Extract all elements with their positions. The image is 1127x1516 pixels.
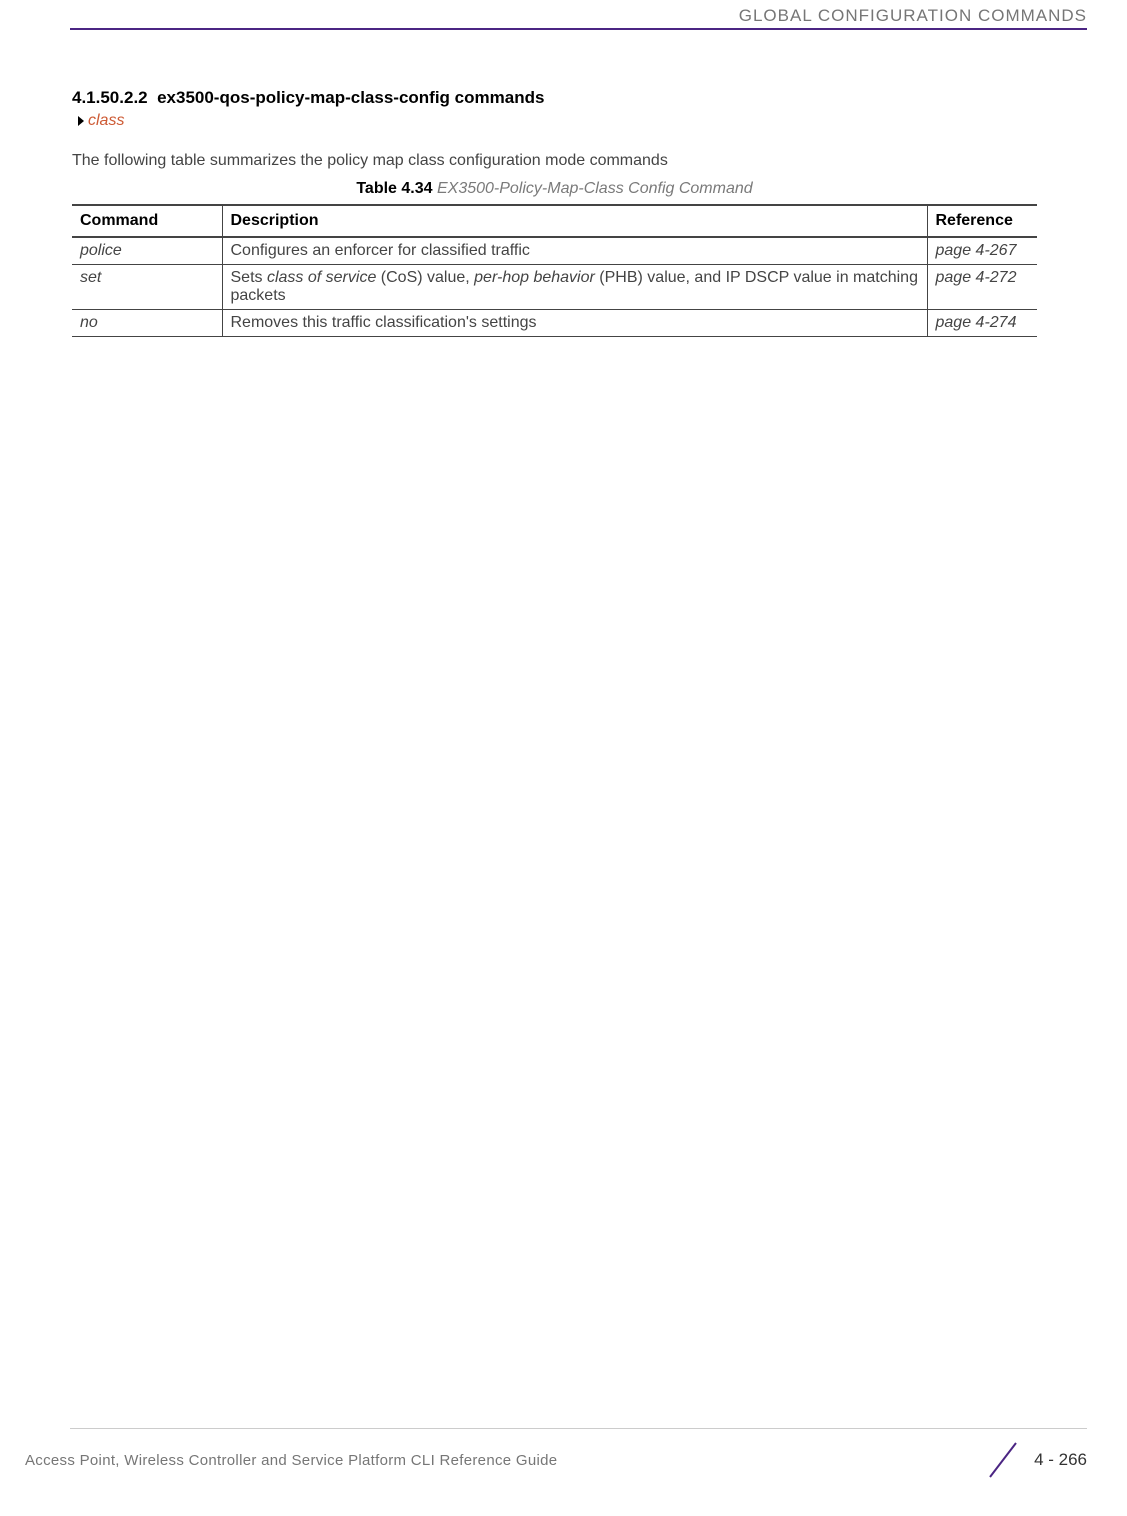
cmd-reference[interactable]: page 4-272 [927,265,1037,310]
breadcrumb-link[interactable]: class [88,112,124,129]
th-reference: Reference [927,205,1037,237]
cmd-name[interactable]: police [72,237,222,265]
cmd-reference[interactable]: page 4-267 [927,237,1037,265]
table-row: no Removes this traffic classification's… [72,310,1037,337]
cmd-name[interactable]: set [72,265,222,310]
cmd-name[interactable]: no [72,310,222,337]
section-title: ex3500-qos-policy-map-class-config comma… [157,88,544,107]
th-description: Description [222,205,927,237]
footer-page-number: 4 - 266 [1034,1450,1087,1470]
slash-icon [982,1439,1024,1481]
footer-row: Access Point, Wireless Controller and Se… [0,1439,1127,1481]
footer-rule [70,1428,1087,1429]
cmd-description: Configures an enforcer for classified tr… [222,237,927,265]
command-table: Command Description Reference police Con… [72,204,1037,337]
footer-guide-title: Access Point, Wireless Controller and Se… [25,1452,978,1469]
table-row: set Sets class of service (CoS) value, p… [72,265,1037,310]
section-heading: 4.1.50.2.2 ex3500-qos-policy-map-class-c… [72,88,1037,108]
table-caption: Table 4.34 EX3500-Policy-Map-Class Confi… [72,180,1037,198]
breadcrumb: class [78,112,1037,130]
main-content: 4.1.50.2.2 ex3500-qos-policy-map-class-c… [72,88,1037,337]
header-title: GLOBAL CONFIGURATION COMMANDS [0,0,1127,28]
page-footer: Access Point, Wireless Controller and Se… [0,1428,1127,1481]
cmd-reference[interactable]: page 4-274 [927,310,1037,337]
header-rule [70,28,1087,30]
cmd-description: Removes this traffic classification's se… [222,310,927,337]
section-number: 4.1.50.2.2 [72,88,148,107]
page-header: GLOBAL CONFIGURATION COMMANDS [0,0,1127,30]
table-caption-title: EX3500-Policy-Map-Class Config Command [437,180,753,197]
intro-text: The following table summarizes the polic… [72,152,1037,170]
table-row: police Configures an enforcer for classi… [72,237,1037,265]
triangle-right-icon [78,116,84,126]
table-caption-label: Table 4.34 [356,180,432,197]
cmd-description: Sets class of service (CoS) value, per-h… [222,265,927,310]
th-command: Command [72,205,222,237]
table-header-row: Command Description Reference [72,205,1037,237]
